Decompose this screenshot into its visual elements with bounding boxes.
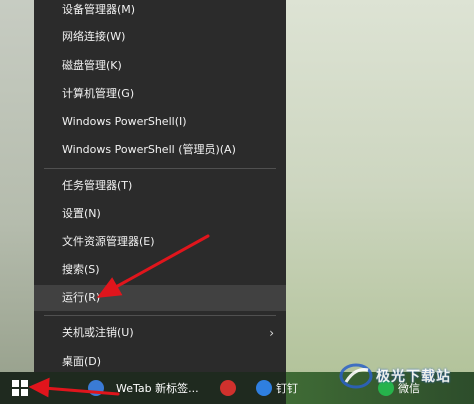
arrow-head-icon: [96, 277, 123, 298]
annotation-arrows: [28, 234, 210, 398]
arrow-head-icon: [28, 377, 50, 398]
red-arrow-start: [42, 386, 120, 396]
red-arrow-run: [112, 234, 210, 290]
